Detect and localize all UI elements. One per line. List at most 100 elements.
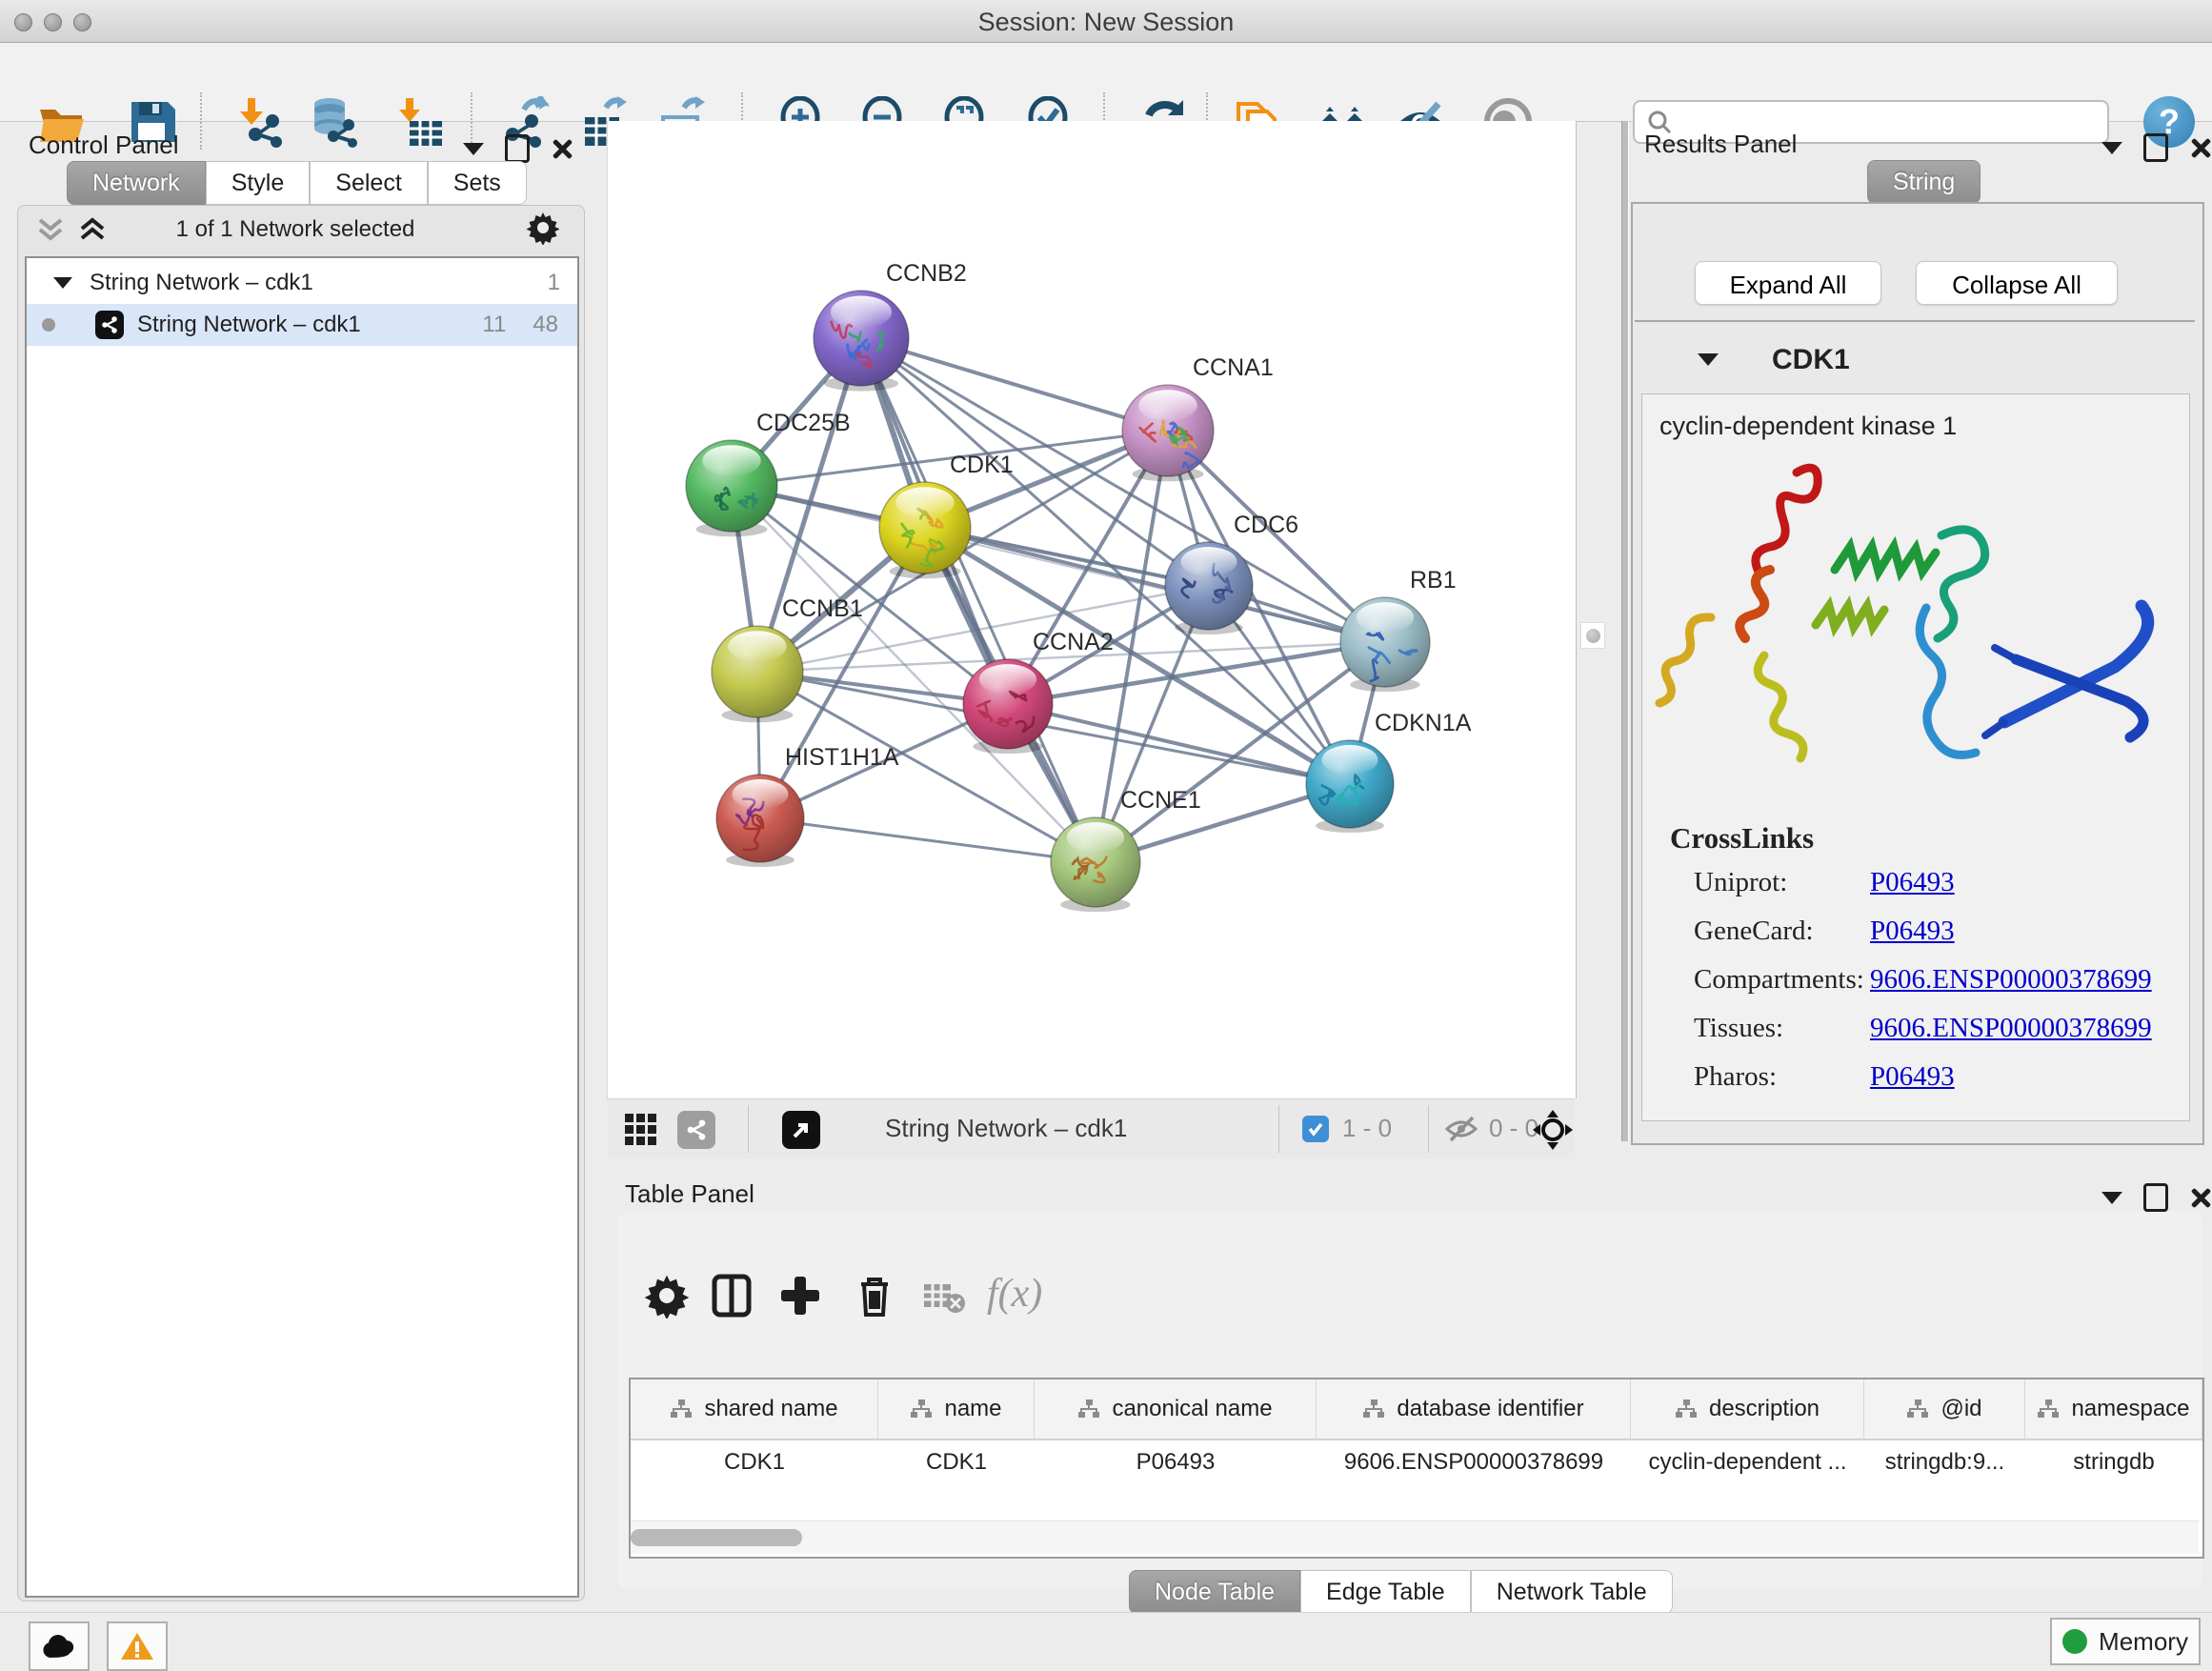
network-canvas[interactable]: CCNB2CCNA1CDC25BCDK1CDC6RB1CCNB1CCNA2CDK… [607,121,1577,1098]
collection-count: 1 [548,270,560,296]
tab-sets[interactable]: Sets [428,161,527,205]
title-bar: Session: New Session [0,0,2212,43]
splitter-dot-icon [1586,629,1600,643]
network-graph[interactable]: CCNB2CCNA1CDC25BCDK1CDC6RB1CCNB1CCNA2CDK… [608,121,1576,1098]
panel-close-icon[interactable] [2189,137,2210,158]
delete-table-icon[interactable] [920,1273,966,1319]
table-cell[interactable]: CDK1 [631,1440,878,1484]
splitter-handle[interactable] [1580,622,1605,649]
table-cell[interactable]: stringdb [2025,1440,2202,1484]
fit-content-crosshair-icon[interactable] [1533,1110,1573,1150]
crosslink-label: Uniprot: [1694,867,1787,898]
gene-name: CDK1 [1772,344,1850,376]
node-label-CDKN1A: CDKN1A [1375,710,1472,736]
panel-float-icon[interactable] [2143,1183,2168,1212]
crosslink-value-link[interactable]: 9606.ENSP00000378699 [1870,1013,2152,1044]
network-selected-label: 1 of 1 Network selected [124,216,467,243]
toolbar-separator [1278,1105,1279,1153]
add-column-icon[interactable] [777,1273,823,1319]
window-title: Session: New Session [0,8,2212,37]
panel-menu-icon[interactable] [2101,1192,2122,1204]
delete-column-icon[interactable] [852,1273,897,1319]
hidden-counter: 0 - 0 [1489,1114,1538,1143]
network-edge-CCNE1-HIST1H1A[interactable] [760,818,1096,862]
column-header-database-identifier[interactable]: database identifier [1317,1379,1631,1439]
network-node-CCNE1[interactable]: CCNE1 [1051,787,1201,912]
tab-select[interactable]: Select [310,161,427,205]
network-node-CDKN1A[interactable]: CDKN1A [1306,710,1472,833]
selected-nodes-checkbox-icon[interactable] [1302,1116,1329,1142]
table-cell[interactable]: cyclin-dependent ... [1631,1440,1864,1484]
table-cell[interactable]: 9606.ENSP00000378699 [1317,1440,1631,1484]
crosslink-value-link[interactable]: P06493 [1870,867,1955,898]
tree-expand-icon[interactable] [53,277,72,289]
vertical-splitter[interactable] [1621,121,1629,1141]
column-header-shared-name[interactable]: shared name [631,1379,878,1439]
detach-view-icon[interactable] [782,1111,820,1149]
network-node-CCNB2[interactable]: CCNB2 [814,260,967,392]
cloud-status-button[interactable] [29,1621,90,1671]
network-view-toolbar: String Network – cdk1 1 - 0 0 - 0 [607,1098,1575,1158]
network-row-selected[interactable]: String Network – cdk1 11 48 [27,304,577,346]
column-header-canonical-name[interactable]: canonical name [1035,1379,1317,1439]
grid-view-icon[interactable] [624,1113,658,1147]
crosslink-value-link[interactable]: 9606.ENSP00000378699 [1870,964,2152,996]
toolbar-separator [748,1105,749,1153]
tab-network-table[interactable]: Network Table [1471,1570,1673,1614]
warning-status-button[interactable] [107,1621,168,1671]
memory-button[interactable]: Memory [2050,1618,2201,1665]
gene-section-header[interactable]: CDK1 [1635,332,2195,388]
function-builder-icon[interactable]: f(x) [987,1271,1042,1317]
table-settings-gear-icon[interactable] [644,1273,690,1319]
selected-counter: 1 - 0 [1342,1114,1392,1143]
collapse-all-networks-icon[interactable] [36,216,65,243]
network-collection-row[interactable]: String Network – cdk1 1 [27,262,577,304]
expand-all-networks-icon[interactable] [78,216,107,243]
show-columns-icon[interactable] [709,1273,754,1319]
crosslink-value-link[interactable]: P06493 [1870,1061,1955,1093]
network-node-HIST1H1A[interactable]: HIST1H1A [716,744,899,867]
current-network-dot-icon [42,318,55,332]
crosslink-value-link[interactable]: P06493 [1870,916,1955,947]
table-cell[interactable]: P06493 [1035,1440,1317,1484]
tab-node-table[interactable]: Node Table [1129,1570,1300,1614]
network-node-CCNA1[interactable]: CCNA1 [1122,354,1274,481]
node-label-CCNE1: CCNE1 [1120,787,1201,814]
tab-string[interactable]: String [1867,160,1981,204]
column-header-namespace[interactable]: namespace [2025,1379,2202,1439]
table-header-row: shared namenamecanonical namedatabase id… [631,1379,2202,1440]
expand-all-button[interactable]: Expand All [1695,261,1881,305]
panel-close-icon[interactable] [551,138,572,159]
column-header-name[interactable]: name [878,1379,1035,1439]
column-header-description[interactable]: description [1631,1379,1864,1439]
network-edge-CCNB2-CCNE1[interactable] [861,338,1096,862]
tab-style[interactable]: Style [206,161,311,205]
gene-description: cyclin-dependent kinase 1 [1659,412,1957,441]
node-label-CCNA1: CCNA1 [1193,354,1274,381]
section-collapse-icon[interactable] [1698,353,1719,366]
table-horizontal-scrollbar[interactable] [631,1520,2199,1554]
panel-close-icon[interactable] [2189,1187,2210,1208]
control-panel-tabs: NetworkStyleSelectSets [67,161,527,205]
network-node-CDK1[interactable]: CDK1 [879,452,1014,578]
node-label-CCNB2: CCNB2 [886,260,967,287]
scrollbar-thumb[interactable] [631,1529,802,1546]
network-options-gear-icon[interactable] [526,211,560,245]
tab-edge-table[interactable]: Edge Table [1300,1570,1471,1614]
panel-menu-icon[interactable] [2101,142,2122,154]
collapse-all-button[interactable]: Collapse All [1916,261,2118,305]
column-header-@id[interactable]: @id [1864,1379,2025,1439]
panel-float-icon[interactable] [505,134,530,163]
table-row[interactable]: CDK1CDK1P064939606.ENSP00000378699cyclin… [631,1440,2202,1484]
birds-eye-view-icon[interactable] [677,1111,715,1149]
table-cell[interactable]: CDK1 [878,1440,1035,1484]
panel-menu-icon[interactable] [463,143,484,155]
panel-float-icon[interactable] [2143,133,2168,162]
network-edge-CCNA2-CDKN1A[interactable] [1008,704,1350,784]
hidden-eye-slash-icon[interactable] [1445,1115,1478,1143]
tab-network[interactable]: Network [67,161,206,205]
network-node-RB1[interactable]: RB1 [1340,567,1457,692]
table-cell[interactable]: stringdb:9... [1864,1440,2025,1484]
control-panel: Control Panel NetworkStyleSelectSets 1 o… [0,121,601,1607]
network-node-CCNB1[interactable]: CCNB1 [712,595,863,722]
